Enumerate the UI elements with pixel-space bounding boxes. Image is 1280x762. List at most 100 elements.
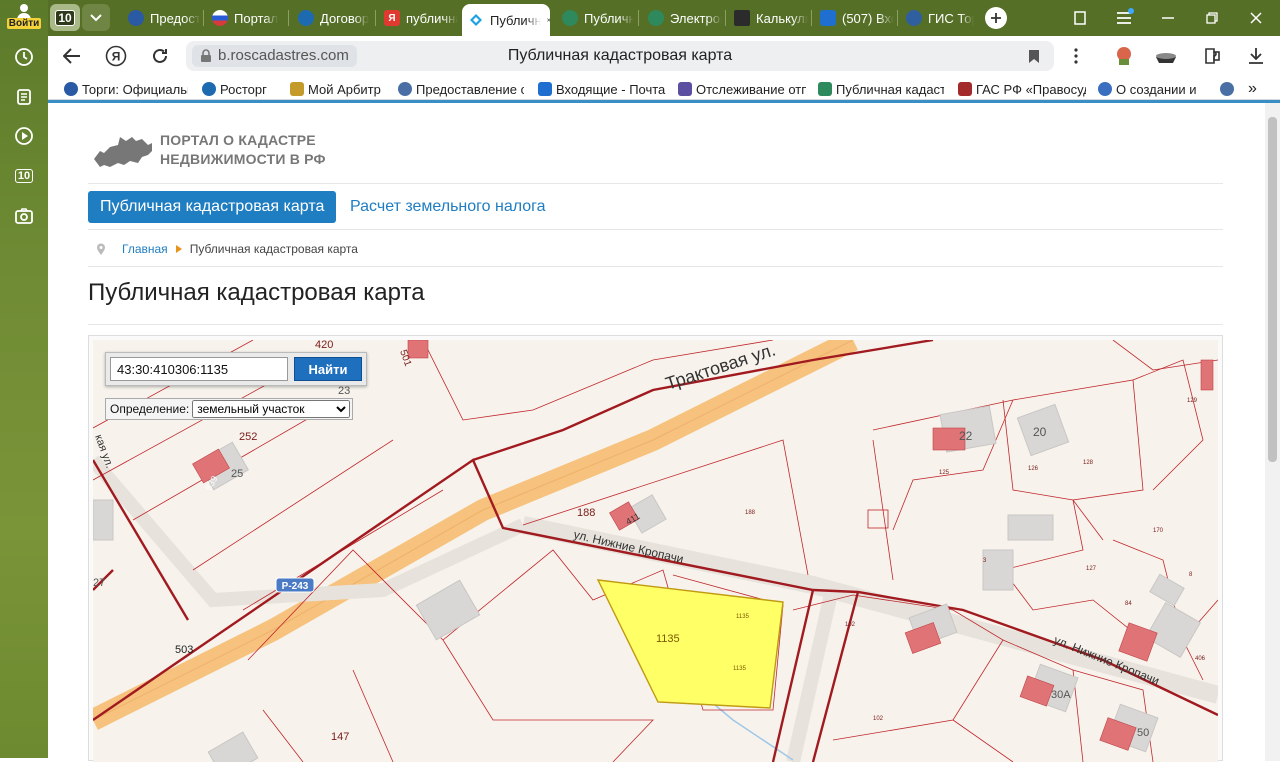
definition-panel: Определение: земельный участок — [105, 398, 354, 420]
find-button[interactable]: Найти — [294, 357, 362, 381]
collections-button[interactable] — [1068, 6, 1092, 30]
tabs-dropdown-button[interactable] — [82, 4, 110, 31]
download-icon — [1249, 48, 1263, 64]
cadastral-map-frame: Трактовая ул. ул. Нижние Кропачи ул. Ниж… — [88, 335, 1223, 762]
reload-button[interactable] — [148, 44, 172, 68]
tab-10[interactable]: ГИС Торги — [900, 4, 974, 32]
label-170: 170 — [1153, 528, 1164, 534]
emblem-icon — [398, 82, 412, 96]
bookmarks-overflow-icon[interactable]: » — [1248, 80, 1268, 98]
road-badge-label: P-243 — [282, 581, 309, 592]
close-window-button[interactable] — [1244, 6, 1268, 30]
tab-6[interactable]: Публичная — [556, 4, 634, 32]
definition-select[interactable]: земельный участок — [192, 400, 351, 418]
location-pin-icon — [97, 243, 105, 255]
bookmark-arbitr[interactable]: Мой Арбитр — [290, 80, 390, 98]
bookmark-rostorg[interactable]: Росторг — [202, 80, 282, 98]
caret-right-icon — [175, 245, 182, 253]
emblem-icon — [562, 10, 578, 26]
new-tab-button[interactable] — [985, 7, 1007, 29]
menu-button[interactable] — [1112, 6, 1136, 30]
svg-text:Я: Я — [112, 50, 121, 64]
label-129: 129 — [1187, 398, 1198, 404]
close-icon[interactable] — [546, 15, 550, 25]
history-icon[interactable] — [12, 45, 36, 69]
globe-icon — [298, 10, 314, 26]
label-25: 25 — [231, 468, 243, 480]
bookmark-emblem[interactable] — [1220, 80, 1236, 98]
more-button[interactable] — [1064, 44, 1088, 68]
label-1135-c: 1135 — [733, 666, 747, 672]
tab-7[interactable]: Электронные — [642, 4, 722, 32]
emblem-icon — [818, 82, 832, 96]
tab-9[interactable]: (507) Входящие — [814, 4, 894, 32]
screenshot-icon[interactable] — [12, 204, 36, 228]
scrollbar-thumb[interactable] — [1268, 117, 1277, 462]
minimize-button[interactable] — [1156, 6, 1180, 30]
bookmark-about[interactable]: О создании и — [1098, 80, 1208, 98]
label-50: 50 — [1137, 727, 1149, 739]
back-button[interactable] — [60, 44, 84, 68]
pen-icon — [1098, 82, 1112, 96]
nav-cadastral-map[interactable]: Публичная кадастровая карта — [88, 191, 337, 223]
extension-button-1[interactable] — [1112, 44, 1136, 68]
bookmark-stack-icon — [1074, 11, 1086, 25]
video-icon[interactable] — [12, 124, 36, 148]
reload-icon — [153, 48, 167, 63]
downloads-button[interactable] — [1244, 44, 1268, 68]
label-128: 128 — [1083, 460, 1094, 466]
label-420: 420 — [315, 340, 333, 351]
label-23: 23 — [338, 385, 350, 397]
bookmark-cadastre[interactable]: Публичная кадастровая — [818, 80, 944, 98]
yandex-button[interactable]: Я — [104, 44, 128, 68]
mail-icon — [538, 82, 552, 96]
yandex-icon: Я — [105, 45, 127, 67]
extension-button-3[interactable] — [1200, 44, 1224, 68]
emblem-icon — [64, 82, 78, 96]
site-logo[interactable]: ПОРТАЛ О КАДАСТРЕ НЕДВИЖИМОСТИ В РФ — [92, 127, 352, 177]
bookmark-icon[interactable] — [1028, 49, 1040, 64]
bookmark-mail[interactable]: Входящие - Почта — [538, 80, 666, 98]
restore-button[interactable] — [1200, 6, 1224, 30]
tab-3[interactable]: Договор — [292, 4, 372, 32]
scales-icon — [290, 82, 304, 96]
tab-2[interactable]: Портал — [206, 4, 284, 32]
collections-icon[interactable] — [12, 85, 36, 109]
page-heading: Публичная кадастровая карта — [88, 279, 425, 306]
nav-land-tax[interactable]: Расчет земельного налога — [350, 191, 546, 223]
bookmark-torgi[interactable]: Торги: Официальный — [64, 80, 188, 98]
tab-4[interactable]: Япубличная — [378, 4, 458, 32]
label-30a: 30А — [1051, 689, 1071, 701]
russia-map-icon — [94, 137, 152, 167]
tab-active-cadastre[interactable]: Публичная кадастровая — [462, 4, 550, 36]
label-22: 22 — [959, 429, 973, 443]
label-188: 188 — [577, 507, 595, 519]
label-102b: 102 — [873, 716, 884, 722]
browser-sidebar: Войти 10 — [0, 0, 48, 758]
globe-icon — [202, 82, 216, 96]
hat-icon — [1156, 53, 1176, 63]
extension-button-2[interactable] — [1154, 44, 1178, 68]
flag-icon — [212, 10, 228, 26]
emblem-icon — [906, 10, 922, 26]
url-field[interactable]: b.roscadastres.com Публичная кадастровая… — [186, 41, 1054, 71]
bookmark-gas[interactable]: ГАС РФ «Правосудие» — [958, 80, 1086, 98]
label-84: 84 — [1125, 601, 1132, 607]
tab-counter-button[interactable]: 10 — [50, 4, 80, 31]
page-content: ПОРТАЛ О КАДАСТРЕ НЕДВИЖИМОСТИ В РФ Публи… — [48, 100, 1280, 762]
label-252: 252 — [239, 431, 257, 443]
login-button[interactable]: Войти — [6, 2, 42, 32]
tab-8[interactable]: Калькулятор — [728, 4, 808, 32]
logo-line-2: НЕДВИЖИМОСТИ В РФ — [160, 151, 326, 167]
emblem-icon — [648, 10, 664, 26]
cadastral-number-input[interactable] — [110, 357, 288, 381]
page-scrollbar[interactable] — [1265, 103, 1280, 761]
bookmark-predostavlenie[interactable]: Предоставление сведений — [398, 80, 524, 98]
bookmarks-bar: Торги: Официальный Росторг Мой Арбитр Пр… — [48, 76, 1280, 100]
tab-bar: 10 Предоставление Портал Договор Япублич… — [48, 0, 1280, 36]
tabs-count-icon[interactable]: 10 — [12, 164, 36, 188]
bookmark-tracking[interactable]: Отслеживание отправлений — [678, 80, 806, 98]
cadastral-map[interactable]: Трактовая ул. ул. Нижние Кропачи ул. Ниж… — [93, 340, 1218, 762]
tab-1[interactable]: Предоставление — [122, 4, 200, 32]
breadcrumb-home[interactable]: Главная — [122, 242, 168, 256]
